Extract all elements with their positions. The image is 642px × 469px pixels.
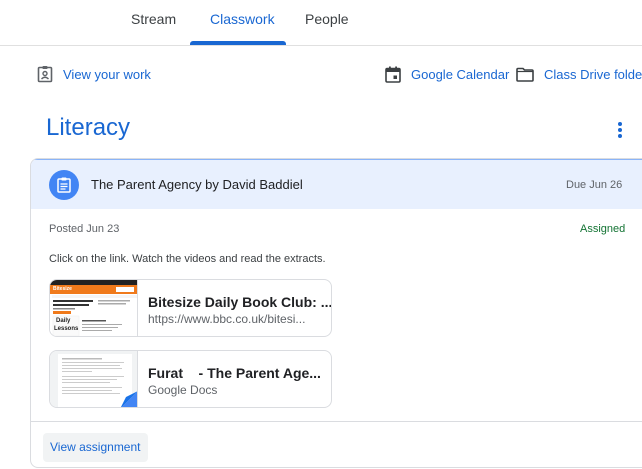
posted-date: Posted Jun 23: [49, 223, 120, 235]
tab-people[interactable]: People: [305, 0, 349, 45]
assignment-icon: [49, 170, 79, 200]
folder-icon: [516, 67, 534, 82]
doc-thumbnail: [50, 351, 138, 407]
calendar-icon: [385, 66, 401, 83]
thumb-label-lessons: Lessons: [54, 326, 79, 332]
assignment-instructions: Click on the link. Watch the videos and …: [49, 253, 326, 265]
assignment-ind-icon: [37, 66, 53, 83]
attachment-url: https://www.bbc.co.uk/bitesi...: [148, 312, 306, 326]
more-options-icon[interactable]: [612, 120, 628, 140]
view-your-work-label: View your work: [63, 66, 151, 82]
class-tabs: Stream Classwork People: [0, 0, 642, 46]
tab-stream[interactable]: Stream: [131, 0, 176, 45]
assignment-header[interactable]: The Parent Agency by David Baddiel Due J…: [31, 159, 642, 209]
view-assignment-button[interactable]: View assignment: [43, 433, 148, 462]
assignment-title: The Parent Agency by David Baddiel: [91, 177, 303, 192]
thumb-label-bitesize: Bitesize: [53, 286, 72, 292]
attachment-title: Bitesize Daily Book Club: ...: [148, 294, 332, 310]
attachment-link-card[interactable]: Bitesize Daily Lessons Bitesize Daily Bo…: [49, 279, 332, 337]
status-badge: Assigned: [580, 223, 626, 235]
google-calendar-link[interactable]: Google Calendar: [385, 63, 509, 85]
assignment-footer: View assignment: [31, 421, 642, 467]
due-date: Due Jun 26: [566, 179, 623, 191]
google-calendar-label: Google Calendar: [411, 66, 510, 82]
assignment-card: The Parent Agency by David Baddiel Due J…: [30, 158, 642, 468]
class-drive-folder-label: Class Drive folder: [544, 66, 642, 82]
tab-classwork[interactable]: Classwork: [210, 0, 275, 45]
attachment-type: Google Docs: [148, 383, 218, 397]
class-drive-folder-link[interactable]: Class Drive folder: [516, 63, 642, 85]
attachment-doc-card[interactable]: Furat - The Parent Age... Google Docs: [49, 350, 332, 408]
active-tab-indicator: [190, 41, 286, 45]
topic-title: Literacy: [46, 114, 131, 141]
link-thumbnail: Bitesize Daily Lessons: [50, 280, 138, 336]
view-your-work-link[interactable]: View your work: [37, 63, 151, 85]
attachment-title: Furat - The Parent Age...: [148, 365, 321, 381]
thumb-label-daily: Daily: [56, 318, 71, 324]
